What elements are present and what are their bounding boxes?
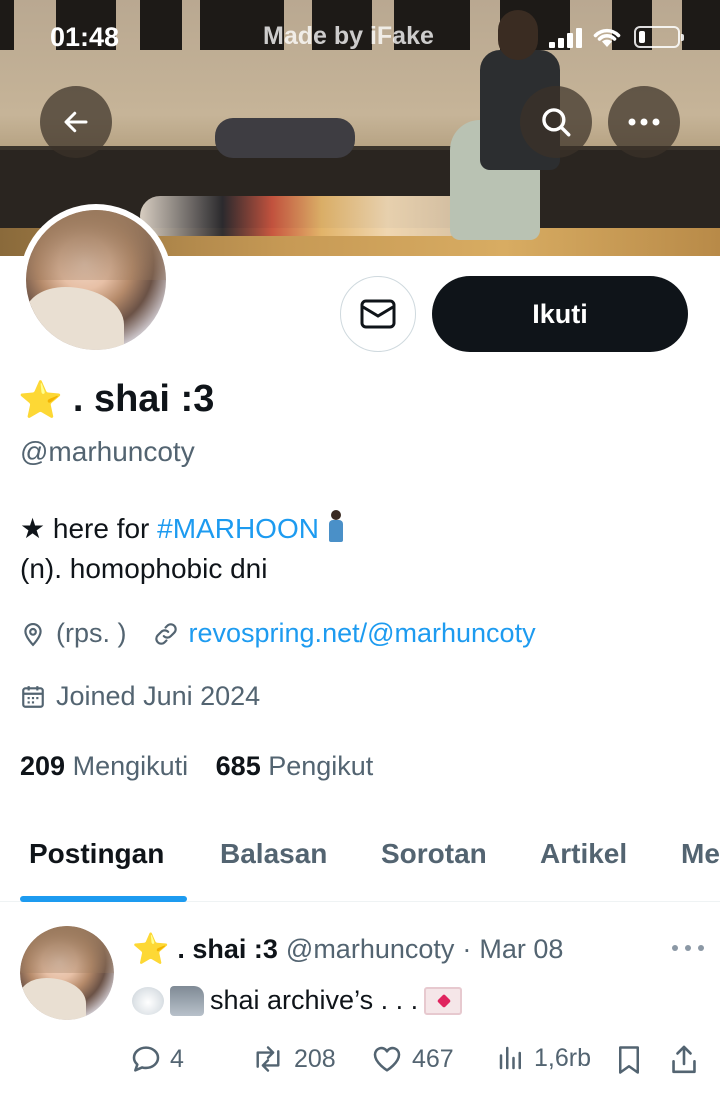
love-letter-emoji-icon: [424, 986, 463, 1015]
profile-handle: @marhuncoty: [20, 436, 195, 467]
following-count: 209: [20, 751, 66, 781]
bio-line-1-text: ★ here for: [20, 513, 158, 544]
repost-count: 208: [294, 1044, 336, 1073]
profile-location: (rps. ): [56, 618, 127, 648]
followers-count: 685: [215, 751, 261, 781]
display-name-text: . shai :3: [72, 378, 215, 420]
tab-sorotan[interactable]: Sorotan: [381, 838, 487, 870]
profile-avatar-image: [26, 210, 166, 350]
post-more-button[interactable]: [672, 936, 704, 960]
more-horizontal-icon: [628, 118, 660, 126]
wifi-icon: [591, 25, 623, 49]
person-emoji-icon: [327, 510, 343, 544]
share-button[interactable]: [668, 1043, 700, 1077]
followers-link[interactable]: 685 Pengikut: [216, 751, 374, 781]
views-bar-chart-icon: [499, 1046, 521, 1070]
search-icon: [542, 108, 571, 137]
share-icon: [672, 1045, 696, 1074]
heart-icon: [373, 1046, 401, 1072]
link-icon: [153, 621, 179, 647]
folder-emoji-icon: [170, 985, 204, 1016]
profile-tabs: Postingan Balasan Sorotan Artikel Me: [0, 818, 720, 902]
search-button[interactable]: [520, 86, 592, 158]
back-button[interactable]: [40, 86, 112, 158]
status-bar: 01:48 Made by iFake: [0, 0, 720, 76]
banner-clothes: [215, 118, 355, 158]
tab-media[interactable]: Me: [681, 838, 720, 870]
profile-website-link[interactable]: revospring.net/@marhuncoty: [189, 618, 536, 649]
post-date[interactable]: Mar 08: [479, 934, 563, 965]
profile-avatar[interactable]: [20, 204, 172, 356]
like-button[interactable]: 467: [370, 1043, 454, 1075]
profile-joined-date: Joined Juni 2024: [56, 681, 261, 711]
profile-joined-row: Joined Juni 2024: [20, 681, 260, 712]
profile-meta-row: (rps. ) revospring.net/@marhuncoty: [20, 618, 536, 649]
battery-icon: [634, 26, 684, 48]
like-count: 467: [412, 1044, 454, 1073]
followers-label: Pengikut: [268, 751, 374, 781]
mail-icon: [360, 299, 396, 329]
profile-bio: ★ here for #MARHOON (n). homophobic dni: [20, 509, 343, 589]
views-count: 1,6rb: [534, 1043, 591, 1072]
post-header: ⭐ . shai :3 @marhuncoty · Mar 08: [132, 934, 563, 965]
follow-counts: 209 Mengikuti 685 Pengikut: [20, 751, 373, 782]
post-author-name[interactable]: . shai :3: [177, 934, 278, 965]
reply-count: 4: [170, 1044, 184, 1073]
thought-bubble-emoji-icon: [132, 986, 164, 1015]
repost-icon: [256, 1046, 280, 1072]
post-separator: ·: [462, 934, 472, 964]
bio-hashtag-link[interactable]: #MARHOON: [157, 513, 319, 544]
post-actions: 4 208 467 1,6rb: [130, 1043, 710, 1083]
calendar-icon: [20, 684, 46, 710]
repost-button[interactable]: 208: [250, 1043, 336, 1075]
post-text-content: shai archive’s . . .: [210, 985, 419, 1015]
cellular-signal-icon: [549, 28, 583, 48]
bio-line-2: (n). homophobic dni: [20, 553, 268, 584]
star-emoji-icon: ⭐: [132, 932, 170, 966]
post-author-handle[interactable]: @marhuncoty: [286, 934, 454, 965]
post-text: shai archive’s . . .: [132, 985, 463, 1016]
tab-postingan[interactable]: Postingan: [29, 838, 164, 870]
post-author-avatar-image: [20, 926, 114, 1020]
watermark-text: Made by iFake: [263, 22, 434, 50]
status-time: 01:48: [50, 22, 120, 52]
message-button[interactable]: [340, 276, 416, 352]
display-name: ⭐ . shai :3: [18, 378, 214, 421]
reply-button[interactable]: 4: [130, 1043, 184, 1075]
arrow-left-icon: [64, 111, 88, 133]
post-author-avatar[interactable]: [20, 926, 114, 1020]
banner-person-lying: [140, 196, 470, 236]
follow-button[interactable]: Ikuti: [432, 276, 688, 352]
bookmark-button[interactable]: [614, 1043, 644, 1077]
active-tab-indicator: [20, 896, 187, 902]
tab-balasan[interactable]: Balasan: [220, 838, 327, 870]
location-pin-icon: [20, 621, 46, 647]
bookmark-icon: [619, 1046, 639, 1074]
bio-line-1: ★ here for #MARHOON: [20, 509, 343, 549]
tab-artikel[interactable]: Artikel: [540, 838, 627, 870]
following-link[interactable]: 209 Mengikuti: [20, 751, 188, 781]
reply-icon: [132, 1046, 160, 1072]
star-emoji-icon: ⭐: [18, 378, 63, 420]
more-options-button[interactable]: [608, 86, 680, 158]
following-label: Mengikuti: [72, 751, 189, 781]
views-button[interactable]: 1,6rb: [496, 1043, 591, 1073]
